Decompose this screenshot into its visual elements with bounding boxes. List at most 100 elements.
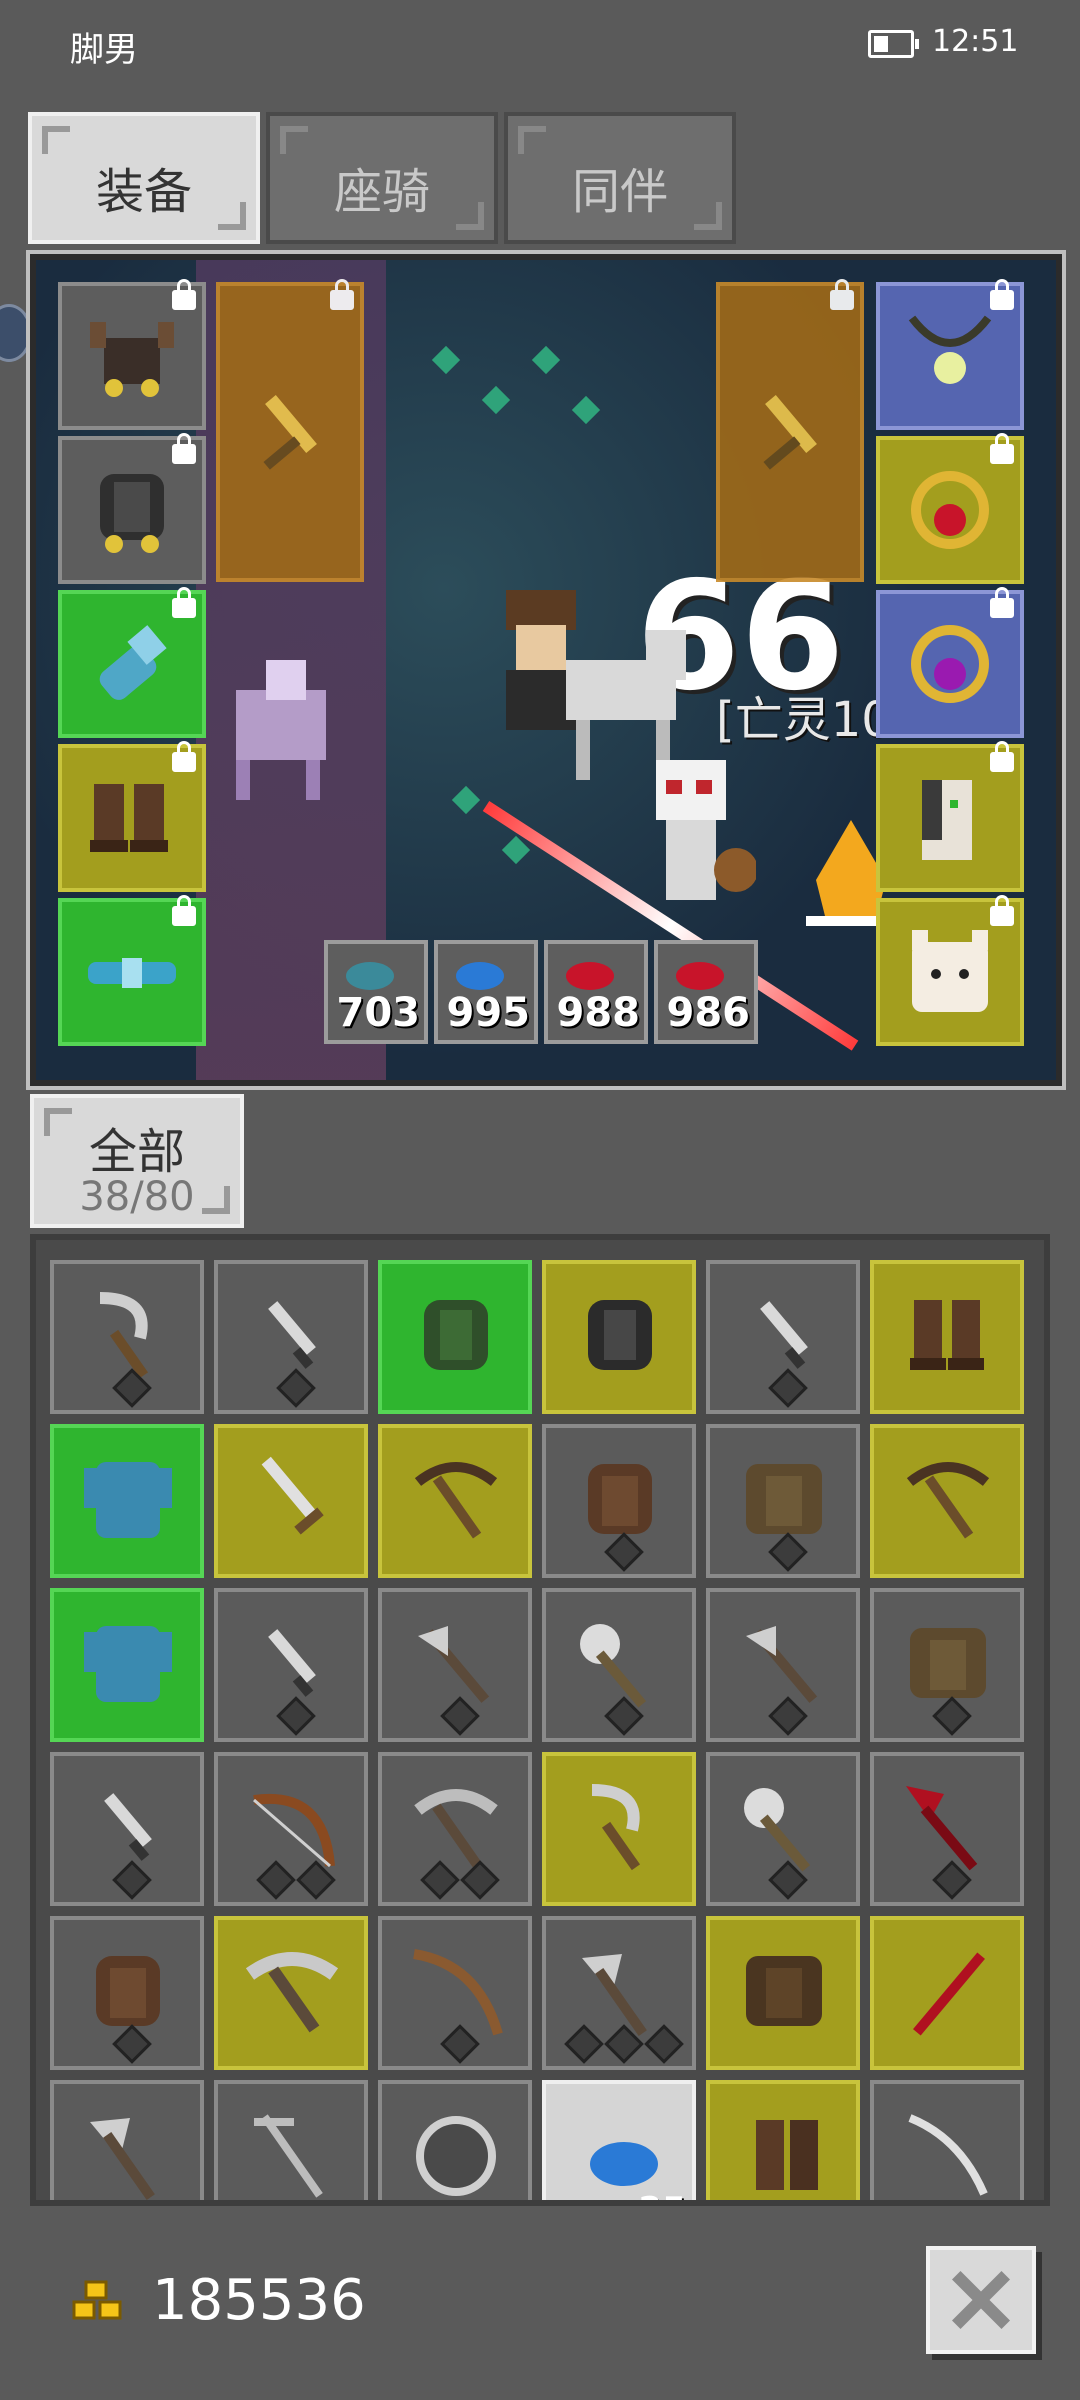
inventory-cell[interactable] (50, 1260, 204, 1414)
inventory-cell[interactable] (706, 1588, 860, 1742)
equip-slot-helmet[interactable] (58, 279, 206, 430)
inventory-cell[interactable] (214, 1588, 368, 1742)
inventory-cell[interactable] (542, 1916, 696, 2070)
belt-icon (88, 958, 176, 988)
inventory-cell[interactable] (214, 1916, 368, 2070)
boots-icon (910, 1300, 984, 1370)
tab-equipment-label: 装备 (95, 164, 192, 220)
amethyst-ring-icon (911, 625, 989, 703)
inventory-cell[interactable] (50, 1916, 204, 2070)
equip-slot-offhand[interactable] (716, 279, 864, 582)
category-label: 全部 (88, 1124, 185, 1180)
quick-slot-4[interactable]: 986 (654, 940, 758, 1044)
inventory-cell[interactable]: 25 (542, 2080, 696, 2200)
quick-slot-2[interactable]: 995 (434, 940, 538, 1044)
inventory-cell[interactable] (378, 1260, 532, 1414)
equip-slot-ring-2[interactable] (876, 587, 1024, 738)
inventory-cell[interactable] (378, 1588, 532, 1742)
leather-armor-icon (588, 1464, 652, 1534)
red-spear-icon (906, 1786, 978, 1871)
round-shield-icon (416, 2116, 496, 2196)
inventory-cell[interactable] (50, 2080, 204, 2200)
leather-armor-icon (746, 1464, 822, 1534)
boots-icon (756, 2120, 818, 2190)
scythe-icon (591, 1784, 641, 1871)
inventory-count: 38/80 (79, 1174, 195, 1220)
bow-icon (413, 1949, 503, 2036)
equip-slot-mount[interactable] (876, 741, 1024, 892)
lock-icon (830, 279, 854, 310)
inventory-cell[interactable] (542, 1260, 696, 1414)
equip-slot-mainhand[interactable] (216, 279, 364, 582)
green-armor-icon (424, 1300, 488, 1370)
inventory-cell[interactable] (214, 1260, 368, 1414)
inventory-panel[interactable]: 25 (30, 1234, 1050, 2206)
equip-slot-pet[interactable] (876, 895, 1024, 1046)
inventory-cell[interactable] (378, 2080, 532, 2200)
inventory-cell[interactable] (378, 1916, 532, 2070)
pickaxe-icon (245, 1952, 339, 2033)
equipment-panel: 66 [亡灵10 703 995 988 986 (26, 250, 1066, 1090)
leather-armor-icon (910, 1628, 986, 1698)
inventory-cell[interactable] (378, 1752, 532, 1906)
golden-sword-icon (763, 394, 817, 470)
gold-amount: 185536 (152, 2268, 366, 2333)
inventory-cell[interactable] (378, 1424, 532, 1578)
quick-slot-3[interactable]: 988 (544, 940, 648, 1044)
dagger-icon (760, 1301, 808, 1369)
battery-icon (868, 30, 919, 58)
katana-icon (908, 2114, 988, 2196)
ruby-ring-icon (911, 471, 989, 549)
inventory-cell[interactable] (870, 1916, 1024, 2070)
halberd-icon (746, 1626, 818, 1703)
inventory-cell[interactable] (214, 1752, 368, 1906)
inventory-cell[interactable] (870, 1424, 1024, 1578)
tab-category-all[interactable]: 全部 38/80 (30, 1094, 244, 1228)
inventory-cell[interactable] (706, 1260, 860, 1414)
tab-companion[interactable]: 同伴 (504, 112, 736, 244)
inventory-cell[interactable] (870, 2080, 1024, 2200)
quick-slot-2-count: 995 (446, 990, 531, 1036)
horse-head-icon (922, 780, 972, 860)
floating-bubble-icon[interactable] (0, 304, 32, 362)
tab-mount[interactable]: 座骑 (266, 112, 498, 244)
inventory-cell[interactable] (870, 1752, 1024, 1906)
potion-icon (456, 962, 504, 990)
chainmail-icon (84, 1462, 172, 1538)
inventory-cell[interactable] (706, 1424, 860, 1578)
inventory-cell[interactable] (706, 1916, 860, 2070)
trident-icon (254, 2114, 323, 2198)
horned-helmet-icon (90, 322, 174, 397)
lock-icon (172, 895, 196, 926)
inventory-cell[interactable] (542, 1752, 696, 1906)
equip-slot-armor[interactable] (58, 433, 206, 584)
inventory-cell[interactable] (50, 1588, 204, 1742)
inventory-cell[interactable] (870, 1588, 1024, 1742)
inventory-cell[interactable] (542, 1424, 696, 1578)
equip-slot-boots[interactable] (58, 741, 206, 892)
hero-on-horse-icon (506, 590, 686, 780)
inventory-cell[interactable] (870, 1260, 1024, 1414)
equip-slot-gloves[interactable] (58, 587, 206, 738)
lock-icon (990, 741, 1014, 772)
inventory-cell[interactable] (214, 2080, 368, 2200)
clock: 12:51 (932, 24, 1019, 59)
inventory-cell[interactable] (542, 1588, 696, 1742)
equip-slot-belt[interactable] (58, 895, 206, 1046)
quick-slot-1[interactable]: 703 (324, 940, 428, 1044)
red-staff-icon (913, 1952, 985, 2036)
inventory-cell[interactable] (50, 1424, 204, 1578)
equip-slot-necklace[interactable] (876, 279, 1024, 430)
necklace-icon (908, 315, 992, 384)
potion-icon (676, 962, 724, 990)
close-button[interactable] (926, 2246, 1036, 2354)
inventory-cell[interactable] (214, 1424, 368, 1578)
companion-horse-icon (236, 660, 326, 800)
tab-equipment[interactable]: 装备 (28, 112, 260, 244)
inventory-cell[interactable] (50, 1752, 204, 1906)
tab-companion-label: 同伴 (571, 164, 668, 220)
inventory-cell[interactable] (706, 2080, 860, 2200)
inventory-cell[interactable] (706, 1752, 860, 1906)
equip-slot-ring-1[interactable] (876, 433, 1024, 584)
scythe-icon (99, 1292, 149, 1379)
